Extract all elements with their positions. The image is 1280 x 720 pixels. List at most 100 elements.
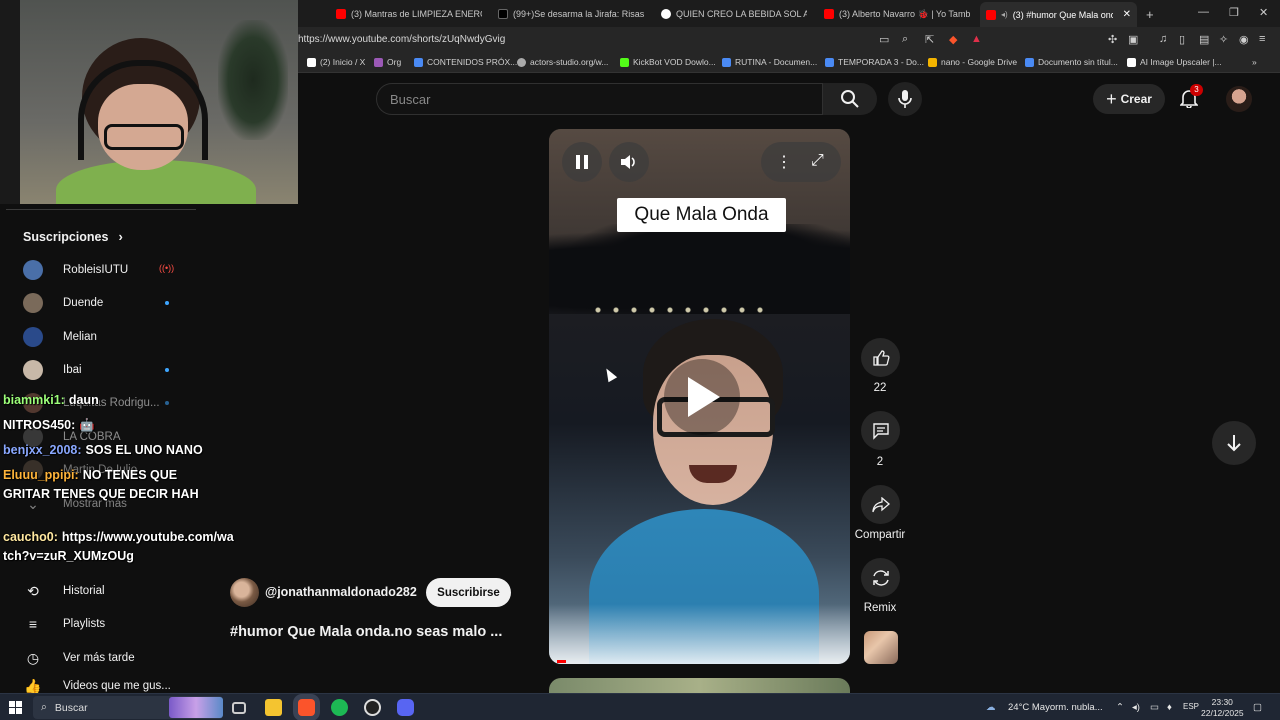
taskbar-search[interactable]: ⌕ Buscar (33, 696, 223, 719)
chat-username: Eluuu_ppipi: (3, 468, 79, 482)
account-avatar[interactable] (1226, 86, 1252, 112)
volume-button[interactable] (609, 142, 649, 182)
like-button[interactable] (861, 338, 900, 377)
nav-liked-videos[interactable]: 👍 Videos que me gus... (23, 679, 193, 693)
brave-shield-icon[interactable]: ◆ (949, 33, 957, 46)
bookmark-item[interactable]: nano - Google Drive (928, 57, 1017, 67)
nav-history[interactable]: ⟲ Historial (23, 579, 193, 603)
video-title[interactable]: #humor Que Mala onda.no seas malo ... (230, 624, 502, 640)
bookmark-item[interactable]: TEMPORADA 3 - Do... (825, 57, 924, 67)
plus-icon: + (1106, 88, 1117, 109)
discord-icon[interactable] (397, 699, 414, 716)
subscription-item[interactable]: Duende (23, 292, 183, 314)
cast-icon[interactable]: ▭ (879, 33, 889, 46)
chat-username: biammki1: (3, 393, 65, 407)
bookmark-item[interactable]: Documento sin títul... (1025, 57, 1118, 67)
notifications-button[interactable]: 3 (1179, 84, 1203, 113)
vpn-icon[interactable]: ◉ (1239, 33, 1249, 46)
subscription-item[interactable]: Melian (23, 326, 183, 348)
create-button[interactable]: + Crear (1093, 84, 1165, 114)
bookmark-item[interactable]: KickBot VOD Dowlo... (620, 57, 716, 67)
spotify-icon[interactable] (331, 699, 348, 716)
subscription-item[interactable]: RobleisIUTU ((•)) (23, 259, 183, 281)
tray-chevron-icon[interactable]: ⌃ (1116, 702, 1124, 713)
pause-button[interactable] (562, 142, 602, 182)
play-button[interactable] (664, 359, 740, 435)
media-icon[interactable]: ♫ (1159, 33, 1167, 45)
close-window-button[interactable]: ✕ (1259, 6, 1268, 19)
sound-thumbnail[interactable] (864, 631, 898, 664)
chat-text: SOS EL UNO NANO (85, 443, 203, 457)
bookmark-item[interactable]: (2) Inicio / X (307, 57, 365, 67)
remix-label: Remix (863, 602, 897, 614)
clock-icon: ◷ (26, 649, 40, 666)
drive-icon (928, 57, 937, 67)
mic-tray-icon[interactable]: ♦ (1167, 702, 1172, 713)
play-icon (688, 377, 720, 417)
weather-status[interactable]: 24°C Mayorm. nubla... (1008, 702, 1103, 713)
browser-tab[interactable]: (3) Mantras de LIMPIEZA ENERGÉTIC (336, 4, 482, 24)
bookmark-item[interactable]: CONTENIDOS PRÓX... (414, 57, 517, 67)
subscription-item[interactable]: Ibai (23, 359, 183, 381)
bookmark-item[interactable]: actors-studio.org/w... (517, 57, 608, 67)
more-options-icon[interactable]: ⋮ (776, 152, 792, 172)
browser-tab[interactable]: (99+)Se desarma la Jirafa: Risas en S (498, 4, 644, 24)
mic-icon (898, 90, 912, 108)
brave-rewards-icon[interactable]: ▲ (971, 33, 982, 45)
new-tab-button[interactable]: + (1146, 4, 1154, 24)
obs-icon[interactable] (364, 699, 381, 716)
system-clock[interactable]: 23:30 22/12/2025 (1201, 697, 1244, 719)
bookmark-item[interactable]: RUTINA - Documen... (722, 57, 817, 67)
task-view-icon[interactable] (232, 702, 246, 714)
browser-tab[interactable]: (3) Alberto Navarro 🐞 | Yo También (824, 4, 970, 24)
share-button[interactable] (861, 485, 900, 524)
search-input[interactable]: Buscar (376, 83, 823, 115)
wallet-icon[interactable]: ▤ (1199, 33, 1209, 46)
new-content-dot (165, 301, 169, 305)
url-field[interactable]: https://www.youtube.com/shorts/zUqNwdyGv… (298, 34, 505, 45)
pause-icon (576, 155, 588, 169)
share-icon[interactable]: ⇱ (925, 33, 934, 46)
subscriptions-header[interactable]: Suscripciones › (23, 229, 123, 244)
sidebar-icon[interactable]: ▯ (1179, 33, 1185, 46)
weather-icon[interactable]: ☁ (986, 702, 996, 713)
windows-start-icon[interactable] (9, 701, 22, 714)
chat-message: NITROS450: 🤖 (3, 416, 235, 435)
comments-button[interactable] (861, 411, 900, 450)
channel-name[interactable]: @jonathanmaldonado282 (265, 585, 417, 599)
maximize-button[interactable]: ❐ (1229, 6, 1239, 19)
nav-watch-later[interactable]: ◷ Ver más tarde (23, 646, 193, 670)
speaker-icon[interactable]: ◂) (1132, 702, 1140, 713)
browser-tab-active[interactable]: ◂)(3) #humor Que Mala onda.n✕ (980, 2, 1137, 27)
google-icon (661, 9, 671, 19)
subscribe-button[interactable]: Suscribirse (426, 578, 511, 607)
channel-avatar[interactable] (230, 578, 259, 607)
close-tab-icon[interactable]: ✕ (1123, 9, 1131, 20)
notification-center-icon[interactable]: ▢ (1253, 702, 1262, 713)
zoom-icon[interactable]: ⌕ (902, 33, 908, 46)
channel-avatar (23, 293, 43, 313)
video-controls-group (761, 142, 841, 182)
minimize-button[interactable]: — (1198, 6, 1209, 18)
chevron-right-icon: › (118, 229, 123, 244)
leo-icon[interactable]: ✧ (1219, 33, 1228, 46)
extensions-icon[interactable]: ✣ (1108, 33, 1117, 46)
voice-search-button[interactable] (888, 82, 922, 116)
menu-icon[interactable]: ≡ (1259, 33, 1265, 45)
language-indicator[interactable]: ESP (1183, 702, 1199, 711)
more-bookmarks-button[interactable]: » (1252, 57, 1257, 67)
bookmark-item[interactable]: AI Image Upscaler |... (1127, 57, 1222, 67)
screenshot-icon[interactable]: ▣ (1128, 33, 1138, 46)
browser-tab[interactable]: QUIEN CREO LA BEBIDA SOL AZTEC (661, 4, 807, 24)
video-progress-bar[interactable] (557, 660, 566, 663)
windows-taskbar: ⌕ Buscar ☁ 24°C Mayorm. nubla... ⌃ ◂) ▭ ♦… (0, 693, 1280, 720)
file-explorer-icon[interactable] (265, 699, 282, 716)
search-button[interactable] (823, 83, 877, 115)
network-icon[interactable]: ▭ (1150, 702, 1159, 713)
bookmark-item[interactable]: Org (374, 57, 401, 67)
fullscreen-icon[interactable]: ⤢ (811, 152, 824, 170)
nav-playlists[interactable]: ≡ Playlists (23, 612, 193, 636)
next-short-button[interactable] (1212, 421, 1256, 465)
brave-browser-icon[interactable] (298, 699, 315, 716)
remix-button[interactable] (861, 558, 900, 597)
